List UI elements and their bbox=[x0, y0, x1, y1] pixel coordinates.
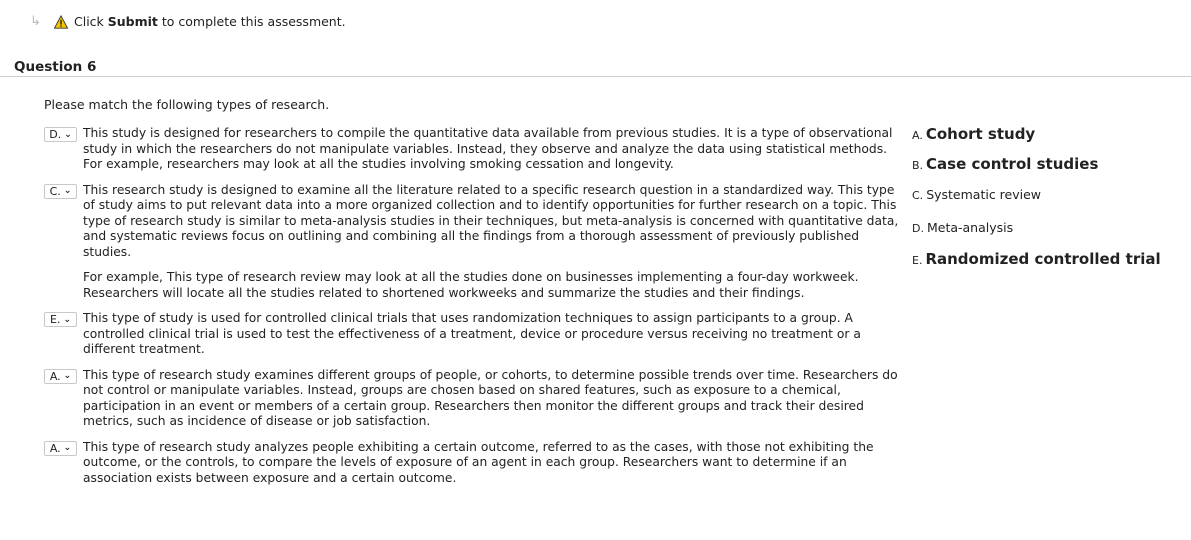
answer-select[interactable]: A. ⌄ bbox=[44, 440, 77, 456]
item-description: This type of research study examines dif… bbox=[83, 367, 898, 429]
arrow-icon: ↳ bbox=[30, 14, 41, 29]
match-items: D. ⌄ This study is designed for researche… bbox=[44, 126, 904, 496]
answer-option: D. Meta-analysis bbox=[912, 220, 1014, 235]
match-item: E. ⌄ This type of study is used for contr… bbox=[44, 311, 904, 358]
item-description: This research study is designed to exami… bbox=[83, 182, 899, 300]
answer-option: A. Cohort study bbox=[912, 125, 1036, 143]
match-item: D. ⌄ This study is designed for researche… bbox=[44, 126, 904, 173]
chevron-down-icon: ⌄ bbox=[64, 129, 72, 140]
match-item: A. ⌄ This type of research study analyzes… bbox=[44, 440, 904, 487]
question-title: Question 6 bbox=[14, 59, 97, 75]
match-item: C. ⌄ This research study is designed to e… bbox=[44, 183, 904, 302]
item-description: This study is designed for researchers t… bbox=[83, 126, 893, 171]
notice-text: Click Submit to complete this assessment… bbox=[74, 14, 346, 29]
chevron-down-icon: ⌄ bbox=[63, 314, 71, 325]
chevron-down-icon: ⌄ bbox=[63, 443, 72, 453]
item-description: This type of study is used for controlle… bbox=[83, 311, 861, 356]
answer-option: E. Randomized controlled trial bbox=[912, 250, 1161, 268]
answer-select[interactable]: A. ⌄ bbox=[44, 368, 77, 384]
answer-option: B. Case control studies bbox=[912, 155, 1099, 173]
answer-select[interactable]: E. ⌄ bbox=[44, 312, 77, 327]
submit-notice: ↳ Click Submit to complete this assessme… bbox=[30, 14, 346, 29]
chevron-down-icon: ⌄ bbox=[63, 371, 72, 381]
divider bbox=[0, 76, 1191, 77]
chevron-down-icon: ⌄ bbox=[63, 186, 72, 196]
match-item: A. ⌄ This type of research study examines… bbox=[44, 368, 904, 430]
item-description: This type of research study analyzes peo… bbox=[83, 439, 874, 485]
answer-select[interactable]: D. ⌄ bbox=[44, 127, 77, 142]
answer-option: C. Systematic review bbox=[912, 187, 1042, 202]
answer-select[interactable]: C. ⌄ bbox=[44, 183, 77, 199]
question-prompt: Please match the following types of rese… bbox=[44, 97, 330, 112]
warning-icon bbox=[54, 14, 68, 29]
